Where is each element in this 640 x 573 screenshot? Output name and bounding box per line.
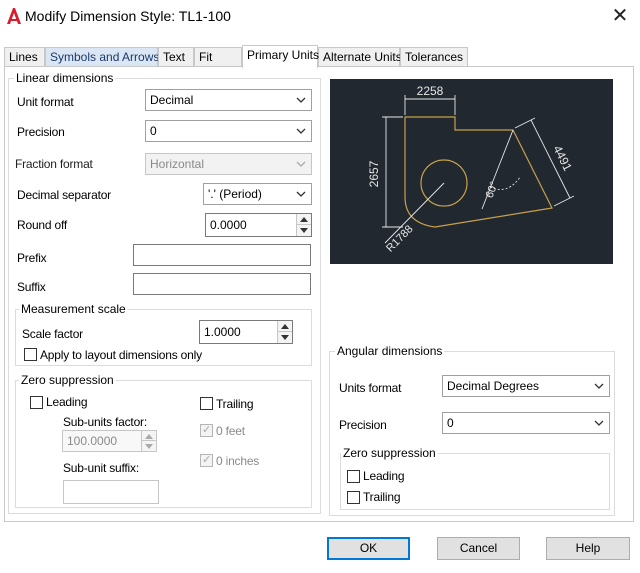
tab-symbols-and-arrows[interactable]: Symbols and Arrows <box>45 47 159 67</box>
apply-layout-label: Apply to layout dimensions only <box>40 348 202 362</box>
round-off-spinner[interactable]: 0.0000 <box>205 213 312 237</box>
sub-unit-suffix-input <box>63 480 159 504</box>
dimension-preview: 2258 2657 4491 60° R1788 <box>330 79 613 264</box>
chevron-down-icon <box>296 128 306 134</box>
suffix-input[interactable] <box>133 273 311 295</box>
unit-format-select[interactable]: Decimal <box>145 89 312 111</box>
precision-select[interactable]: 0 <box>145 120 312 142</box>
chevron-down-icon <box>296 161 306 167</box>
zero-inches-checkbox: ✓ <box>200 454 213 467</box>
leading-label: Leading <box>46 395 88 409</box>
units-format-value: Decimal Degrees <box>447 379 540 393</box>
dimension-2258-text: 2258 <box>417 84 444 98</box>
dimension-angle-text: 60° <box>484 180 501 200</box>
zero-inches-label: 0 inches <box>216 454 260 468</box>
sub-units-factor-label: Sub-units factor: <box>63 415 147 429</box>
spin-down-button <box>142 441 156 451</box>
preview-drawing: 2258 2657 4491 60° R1788 <box>367 84 575 255</box>
scale-factor-label: Scale factor <box>22 327 83 341</box>
angular-leading-label: Leading <box>363 469 405 483</box>
angular-precision-select[interactable]: 0 <box>442 412 610 434</box>
spin-up-icon <box>281 324 289 329</box>
fraction-format-select: Horizontal <box>145 153 312 175</box>
help-button[interactable]: Help <box>546 537 630 560</box>
angular-trailing-checkbox[interactable] <box>347 491 360 504</box>
chevron-down-icon <box>296 191 306 197</box>
zero-feet-label: 0 feet <box>216 424 245 438</box>
spin-up-icon <box>300 217 308 222</box>
trailing-checkbox[interactable] <box>200 397 213 410</box>
tab-text[interactable]: Text <box>158 47 194 67</box>
zero-feet-checkbox: ✓ <box>200 424 213 437</box>
prefix-input[interactable] <box>133 244 311 266</box>
suffix-label: Suffix <box>17 280 46 294</box>
spin-down-icon <box>145 444 153 449</box>
spin-up-button[interactable] <box>297 214 311 225</box>
fraction-format-label: Fraction format <box>15 157 93 171</box>
ok-button[interactable]: OK <box>327 537 410 560</box>
round-off-value: 0.0000 <box>210 218 247 232</box>
angular-precision-value: 0 <box>447 416 454 430</box>
trailing-label: Trailing <box>216 397 254 411</box>
sub-units-factor-spinner: 100.0000 <box>62 430 157 452</box>
close-icon[interactable]: ✕ <box>606 3 634 31</box>
chevron-down-icon <box>296 97 306 103</box>
check-icon: ✓ <box>202 424 212 436</box>
apply-layout-checkbox[interactable] <box>24 348 37 361</box>
unit-format-value: Decimal <box>150 93 194 107</box>
tab-fit[interactable]: Fit <box>194 47 242 67</box>
precision-label: Precision <box>17 125 65 139</box>
tab-lines[interactable]: Lines <box>4 47 45 67</box>
cancel-button[interactable]: Cancel <box>437 537 520 560</box>
tab-strip: Lines Symbols and Arrows Text Fit Primar… <box>4 45 634 68</box>
angular-dimensions-legend: Angular dimensions <box>335 344 445 358</box>
spin-up-button[interactable] <box>278 321 292 332</box>
linear-dimensions-legend: Linear dimensions <box>14 71 116 85</box>
angular-leading-checkbox[interactable] <box>347 470 360 483</box>
spin-buttons <box>296 214 311 236</box>
scale-factor-value: 1.0000 <box>204 325 241 339</box>
angular-trailing-label: Trailing <box>363 490 401 504</box>
dimension-4491-text: 4491 <box>550 143 575 173</box>
spin-buttons <box>277 321 292 343</box>
units-format-select[interactable]: Decimal Degrees <box>442 375 610 397</box>
fraction-format-value: Horizontal <box>150 157 205 171</box>
title-bar: Modify Dimension Style: TL1-100 ✕ <box>0 0 640 34</box>
dimension-2657-text: 2657 <box>367 160 381 187</box>
chevron-down-icon <box>594 383 604 389</box>
spin-down-icon <box>281 335 289 340</box>
spin-down-button[interactable] <box>297 225 311 236</box>
autocad-logo-icon <box>7 8 21 24</box>
measurement-scale-legend: Measurement scale <box>19 302 128 316</box>
zero-suppression-linear-legend: Zero suppression <box>19 373 116 387</box>
decimal-separator-label: Decimal separator <box>17 188 111 202</box>
precision-value: 0 <box>150 124 157 138</box>
tab-primary-units[interactable]: Primary Units <box>242 45 319 68</box>
zero-suppression-angular-legend: Zero suppression <box>341 446 438 460</box>
spin-buttons <box>141 431 156 451</box>
spin-up-button <box>142 431 156 441</box>
window-title: Modify Dimension Style: TL1-100 <box>25 8 231 24</box>
spin-down-icon <box>300 228 308 233</box>
chevron-down-icon <box>594 420 604 426</box>
decimal-separator-value: '.' (Period) <box>208 187 262 201</box>
leading-checkbox[interactable] <box>30 396 43 409</box>
spin-down-button[interactable] <box>278 332 292 343</box>
spin-up-icon <box>145 434 153 439</box>
round-off-label: Round off <box>17 218 68 232</box>
prefix-label: Prefix <box>17 251 47 265</box>
units-format-label: Units format <box>339 381 402 395</box>
tab-tolerances[interactable]: Tolerances <box>400 47 468 67</box>
scale-factor-spinner[interactable]: 1.0000 <box>199 320 293 344</box>
sub-units-factor-value: 100.0000 <box>67 434 118 448</box>
angular-precision-label: Precision <box>339 418 387 432</box>
decimal-separator-select[interactable]: '.' (Period) <box>203 183 312 205</box>
tab-alternate-units[interactable]: Alternate Units <box>318 47 402 67</box>
unit-format-label: Unit format <box>17 95 74 109</box>
check-icon: ✓ <box>202 454 212 466</box>
sub-unit-suffix-label: Sub-unit suffix: <box>63 461 139 475</box>
